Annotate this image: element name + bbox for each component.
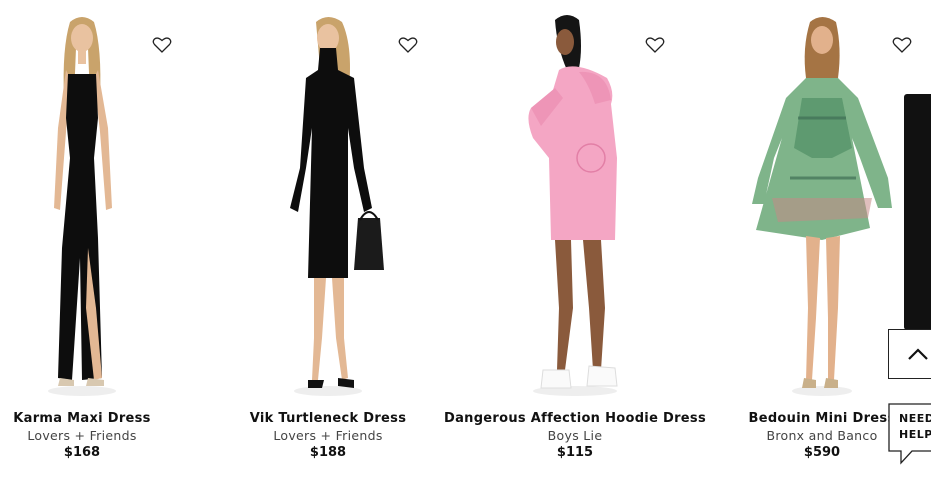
product-image[interactable] <box>0 8 202 398</box>
product-grid: Karma Maxi Dress Lovers + Friends $168 V… <box>0 0 931 491</box>
need-help-line1: NEED <box>899 412 931 425</box>
product-brand[interactable]: Lovers + Friends <box>188 428 468 443</box>
product-price: $188 <box>309 445 347 460</box>
product-image[interactable] <box>208 8 448 398</box>
product-price: $115 <box>556 445 594 460</box>
heart-outline-icon[interactable] <box>398 36 418 54</box>
heart-outline-icon[interactable] <box>645 36 665 54</box>
product-name[interactable]: Vik Turtleneck Dress <box>188 411 468 426</box>
heart-outline-icon[interactable] <box>892 36 912 54</box>
side-promo-panel[interactable] <box>904 94 931 330</box>
product-name[interactable]: Dangerous Affection Hoodie Dress <box>435 411 715 426</box>
product-card[interactable]: Karma Maxi Dress Lovers + Friends $168 <box>0 0 202 491</box>
need-help-line2: HELP <box>899 428 931 441</box>
heart-outline-icon[interactable] <box>152 36 172 54</box>
product-card[interactable]: Dangerous Affection Hoodie Dress Boys Li… <box>444 0 706 491</box>
need-help-label[interactable]: NEED HELP <box>899 411 931 443</box>
chevron-up-icon <box>908 348 928 360</box>
product-card[interactable]: Vik Turtleneck Dress Lovers + Friends $1… <box>208 0 448 491</box>
product-brand[interactable]: Boys Lie <box>435 428 715 443</box>
back-to-top-button[interactable] <box>888 329 931 379</box>
product-image[interactable] <box>455 8 695 398</box>
